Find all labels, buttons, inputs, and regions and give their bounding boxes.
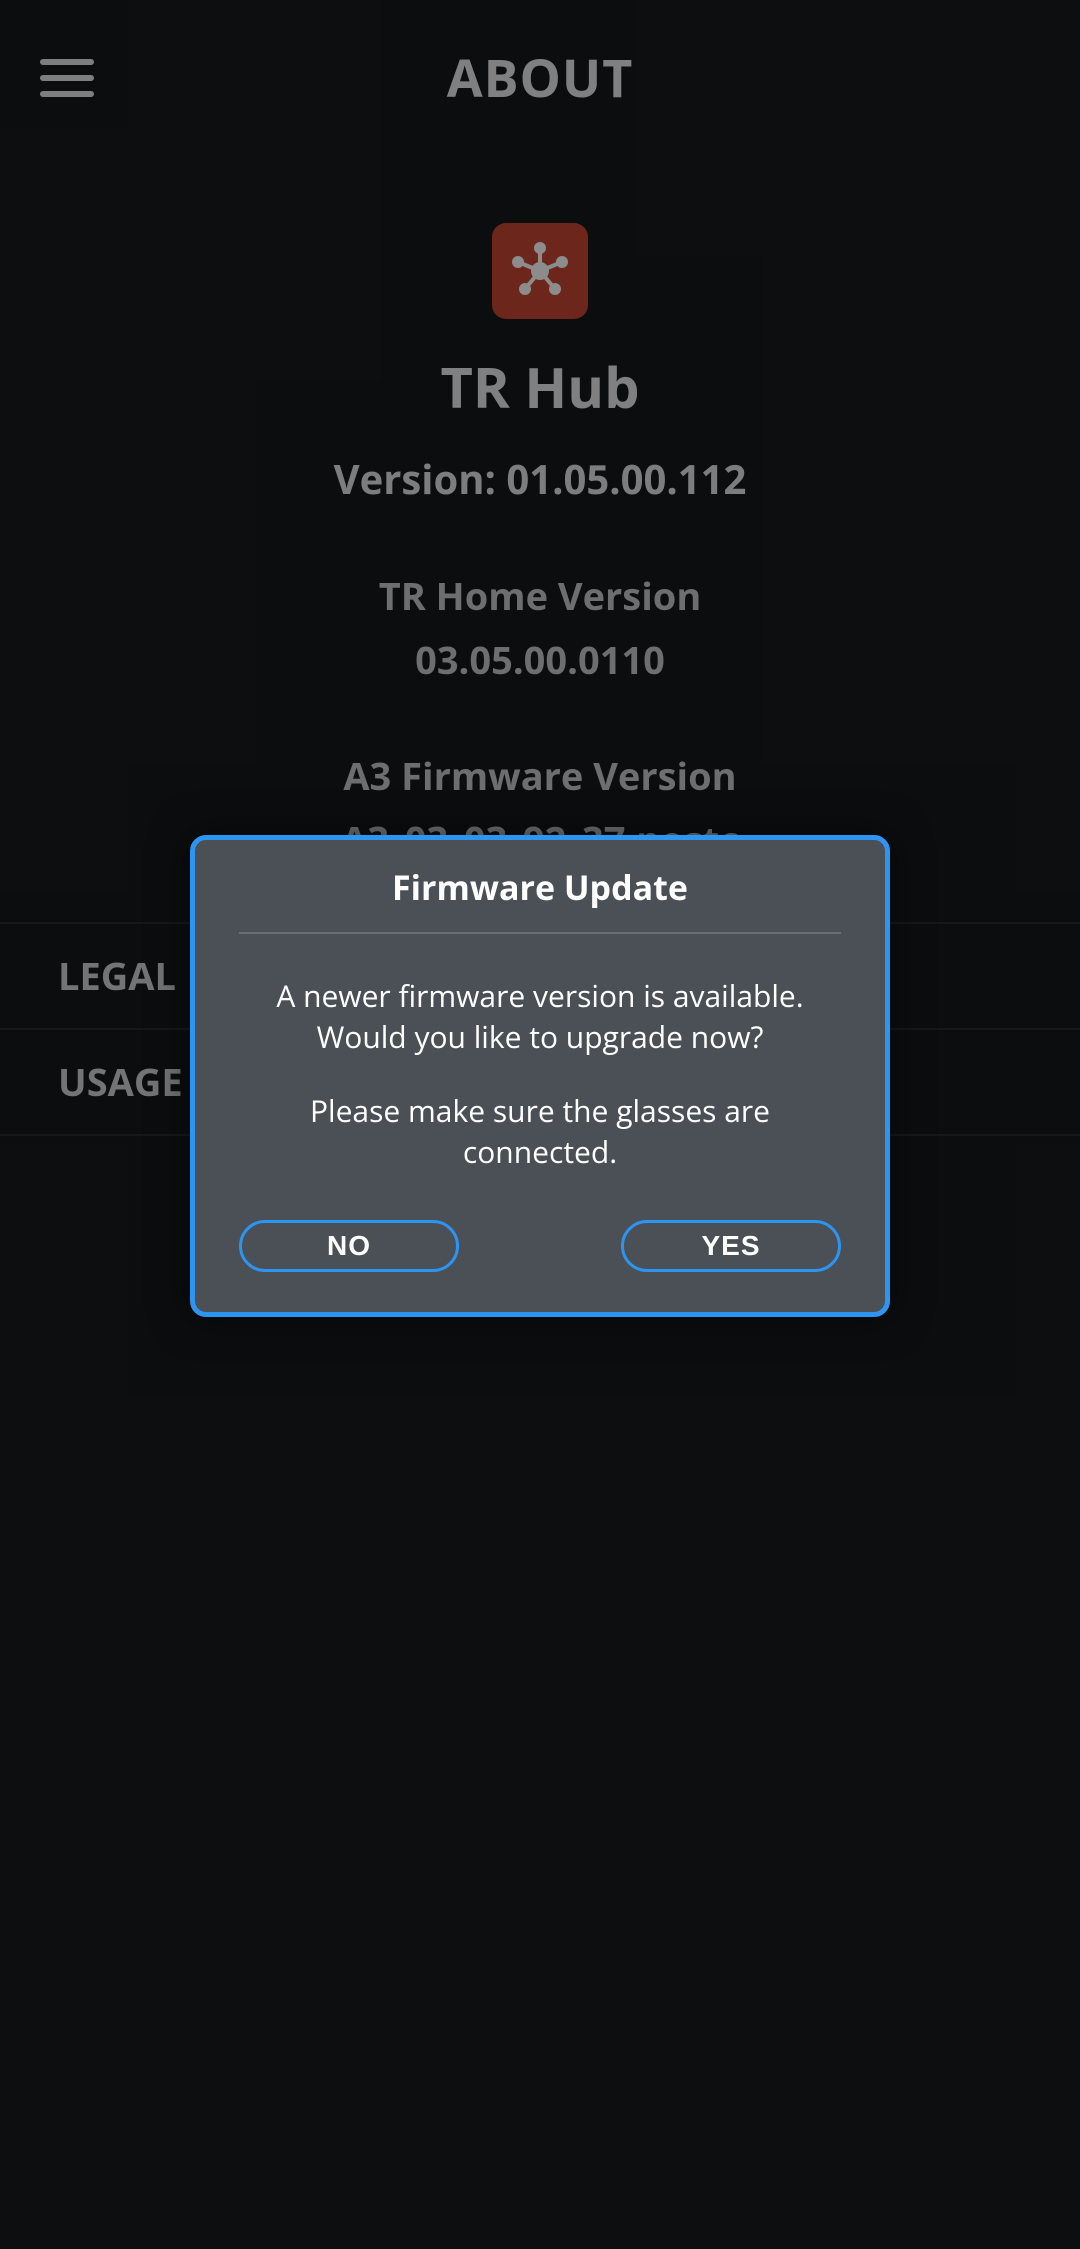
dialog-body: A newer firmware version is available. W… [239, 976, 841, 1172]
dialog-line2: Would you like to upgrade now? [317, 1016, 764, 1057]
button-label: NO [327, 1230, 371, 1262]
dialog-line3: Please make sure the glasses are connect… [239, 1091, 841, 1172]
dialog-actions: NO YES [239, 1220, 841, 1272]
dialog-line1: A newer firmware version is available. [276, 975, 803, 1016]
firmware-update-dialog: Firmware Update A newer firmware version… [190, 835, 890, 1317]
no-button[interactable]: NO [239, 1220, 459, 1272]
dialog-title: Firmware Update [239, 864, 841, 934]
yes-button[interactable]: YES [621, 1220, 841, 1272]
button-label: YES [701, 1230, 760, 1262]
